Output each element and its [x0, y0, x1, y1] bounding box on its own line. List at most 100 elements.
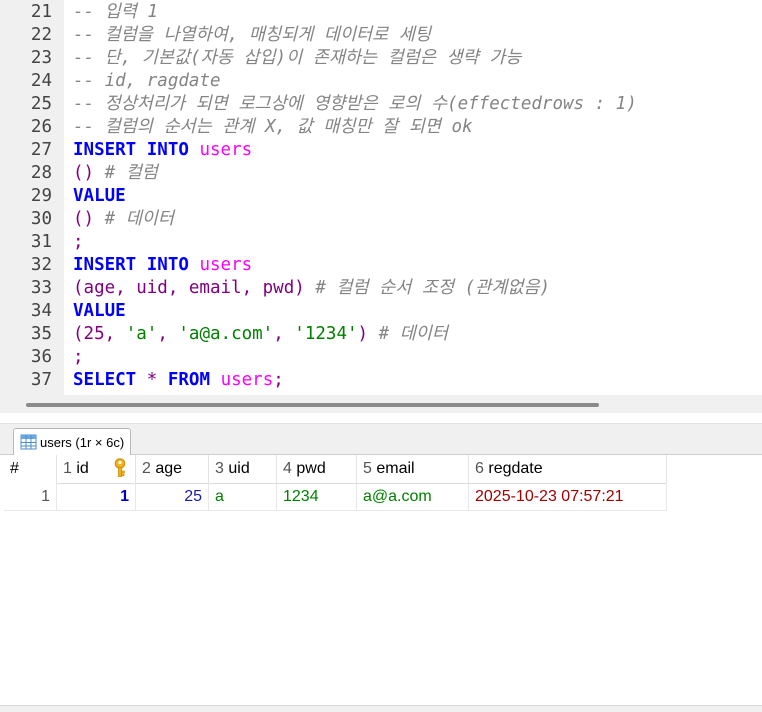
code-token: users	[199, 140, 253, 160]
column-header-email[interactable]: 5 email	[357, 455, 469, 483]
code-line[interactable]: 35 (25, 'a', 'a@a.com', '1234') # 데이터	[0, 323, 762, 346]
line-number: 26	[30, 117, 52, 137]
code-line[interactable]: 30 () # 데이터	[0, 208, 762, 231]
code-line[interactable]: 26 -- 컬럼의 순서는 관계 X, 값 매칭만 잘 되면 ok	[0, 116, 762, 139]
line-number: 24	[30, 71, 52, 91]
scrollbar-thumb[interactable]	[26, 403, 599, 407]
code-text: -- 컬럼의 순서는 관계 X, 값 매칭만 잘 되면 ok	[73, 116, 473, 139]
code-text: VALUE	[73, 185, 126, 208]
code-token: # 컬럼	[104, 163, 158, 183]
cell-age[interactable]: 25	[136, 483, 209, 510]
editor-horizontal-scrollbar[interactable]	[0, 395, 762, 413]
line-number: 30	[30, 209, 52, 229]
code-text: INSERT INTO users	[73, 254, 252, 277]
code-line[interactable]: 28 () # 컬럼	[0, 162, 762, 185]
column-header-age[interactable]: 2 age	[136, 455, 209, 483]
code-token: -- id, ragdate	[73, 71, 221, 91]
code-token: ,	[157, 324, 179, 344]
tab-label: users (1r × 6c)	[40, 434, 125, 450]
line-number: 35	[30, 324, 52, 344]
code-token: # 컬럼 순서 조정 (관계없음)	[315, 278, 551, 298]
code-line[interactable]: 27 INSERT INTO users	[0, 139, 762, 162]
table-grid-icon	[20, 434, 37, 450]
sql-editor[interactable]: 21 -- 입력 1 22 -- 컬럼을 나열하여, 매칭되게 데이터로 세팅 23 --…	[0, 0, 762, 395]
code-token: ()	[73, 209, 95, 229]
code-line[interactable]: 22 -- 컬럼을 나열하여, 매칭되게 데이터로 세팅	[0, 24, 762, 47]
code-line[interactable]: 31;	[0, 231, 762, 254]
code-token: users	[199, 255, 253, 275]
code-line[interactable]: 29 VALUE	[0, 185, 762, 208]
pane-splitter[interactable]	[0, 413, 762, 424]
code-line[interactable]: 32 INSERT INTO users	[0, 254, 762, 277]
code-token: ;	[73, 347, 84, 367]
code-token: ;	[73, 232, 84, 252]
code-token: -- 컬럼의 순서는 관계 X, 값 매칭만 잘 되면 ok	[73, 117, 473, 137]
column-header-regdate[interactable]: 6 regdate	[469, 455, 667, 483]
code-token: -- 입력 1	[73, 2, 158, 22]
code-text: ;	[73, 231, 84, 254]
code-line[interactable]: 24 -- id, ragdate	[0, 70, 762, 93]
column-header-id[interactable]: 1 id	[57, 455, 136, 483]
line-number: 37	[30, 370, 52, 390]
code-text: SELECT * FROM users;	[73, 369, 284, 392]
code-text: VALUE	[73, 300, 126, 323]
cell-email[interactable]: a@a.com	[357, 483, 469, 510]
line-number: 36	[30, 347, 52, 367]
code-line[interactable]: 36;	[0, 346, 762, 369]
code-token: (age, uid, email, pwd)	[73, 278, 305, 298]
column-header-pwd[interactable]: 4 pwd	[277, 455, 357, 483]
code-token: ;	[273, 370, 284, 390]
code-token: INTO	[146, 255, 189, 275]
code-text: () # 데이터	[73, 208, 174, 231]
cell-regdate[interactable]: 2025-10-23 07:57:21	[469, 483, 667, 510]
code-token: 25	[83, 324, 105, 344]
code-text: -- 컬럼을 나열하여, 매칭되게 데이터로 세팅	[73, 24, 431, 47]
line-number: 27	[30, 140, 52, 160]
code-line[interactable]: 37 SELECT * FROM users;	[0, 369, 762, 392]
code-token: ()	[73, 163, 95, 183]
table-row[interactable]: 1 1 25 a 1234 a@a.com 2025-10-23 07:57:2…	[4, 483, 667, 511]
code-line[interactable]: 23 -- 단, 기본값(자동 삽입)이 존재하는 컬럼은 생략 가능	[0, 47, 762, 70]
code-text: () # 컬럼	[73, 162, 158, 185]
code-token: -- 정상처리가 되면 로그상에 영향받은 로의 수(effectedrows …	[73, 94, 637, 114]
code-token: 'a@a.com'	[178, 324, 274, 344]
code-line[interactable]: 34 VALUE	[0, 300, 762, 323]
code-line[interactable]: 25 -- 정상처리가 되면 로그상에 영향받은 로의 수(effectedrow…	[0, 93, 762, 116]
line-number: 25	[30, 94, 52, 114]
code-text: (age, uid, email, pwd) # 컬럼 순서 조정 (관계없음)	[73, 277, 550, 300]
code-text: ;	[73, 346, 84, 369]
code-token: -- 컬럼을 나열하여, 매칭되게 데이터로 세팅	[73, 25, 431, 45]
line-number: 22	[30, 25, 52, 45]
code-token: INTO	[146, 140, 189, 160]
cell-id[interactable]: 1	[57, 483, 136, 510]
code-token: 'a'	[125, 324, 158, 344]
code-line[interactable]: 33 (age, uid, email, pwd) # 컬럼 순서 조정 (관계없…	[0, 277, 762, 300]
code-token: ,	[104, 324, 126, 344]
code-line[interactable]: 21 -- 입력 1	[0, 1, 762, 24]
line-number: 33	[30, 278, 52, 298]
code-token: INSERT	[73, 255, 137, 275]
code-token: (	[73, 324, 84, 344]
cell-pwd[interactable]: 1234	[277, 483, 357, 510]
line-number: 23	[30, 48, 52, 68]
cell-uid[interactable]: a	[209, 483, 277, 510]
column-header-uid[interactable]: 3 uid	[209, 455, 277, 483]
code-token: *	[146, 370, 158, 390]
code-token: )	[357, 324, 369, 344]
code-text: -- id, ragdate	[73, 70, 221, 93]
result-grid[interactable]: # 1 id 2 age 3 uid 4 pwd 5 email 6 regda…	[4, 455, 762, 705]
grid-header-row: # 1 id 2 age 3 uid 4 pwd 5 email 6 regda…	[4, 455, 667, 484]
tab-users-result[interactable]: users (1r × 6c)	[13, 428, 132, 455]
row-number-header[interactable]: #	[4, 455, 57, 483]
row-number-cell[interactable]: 1	[4, 483, 57, 510]
code-text: -- 정상처리가 되면 로그상에 영향받은 로의 수(effectedrows …	[73, 93, 637, 116]
